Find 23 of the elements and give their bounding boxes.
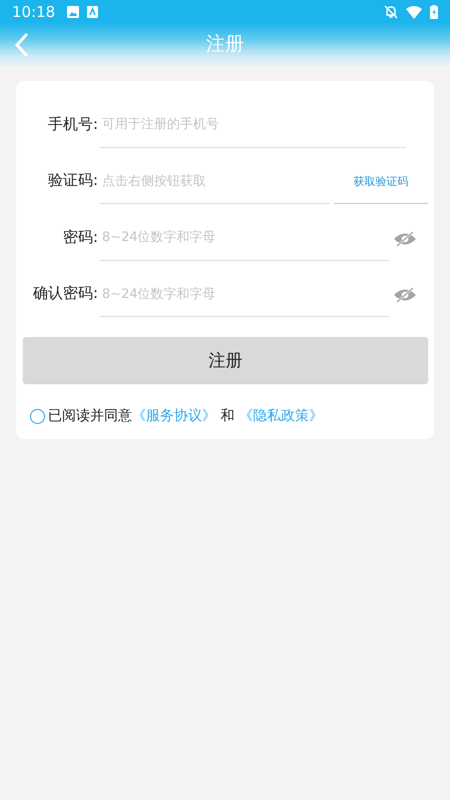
bell-off-icon [384, 5, 398, 19]
page-title: 注册 [206, 32, 244, 57]
get-code-button[interactable]: 获取验证码 [334, 160, 428, 204]
wifi-icon [406, 6, 422, 18]
input-field[interactable]: 点击右侧按钮获取 [100, 159, 330, 204]
image-icon [67, 6, 80, 18]
field-label: 验证码: [46, 171, 98, 191]
input-field[interactable]: 可用于注册的手机号 [100, 102, 406, 148]
privacy-policy-link[interactable]: 《隐私政策》 [238, 408, 323, 424]
field-label: 手机号: [46, 114, 98, 134]
status-time: 10:18 [12, 3, 56, 21]
service-agreement-link[interactable]: 《服务协议》 [132, 408, 216, 424]
battery-icon [430, 5, 438, 19]
eye-hidden-icon[interactable] [393, 230, 417, 246]
agree-radio[interactable] [30, 408, 45, 424]
agreement-text: 已阅读并同意《服务协议》 和 《隐私政策》 [48, 407, 323, 425]
input-field[interactable]: 8~24位数字和字母 [100, 272, 389, 317]
field-label: 确认密码: [32, 284, 98, 304]
eye-hidden-icon[interactable] [393, 287, 417, 303]
app-icon [87, 6, 98, 18]
register-button[interactable]: 注册 [23, 337, 428, 383]
field-label: 密码: [62, 228, 98, 248]
input-field[interactable]: 8~24位数字和字母 [100, 216, 389, 260]
